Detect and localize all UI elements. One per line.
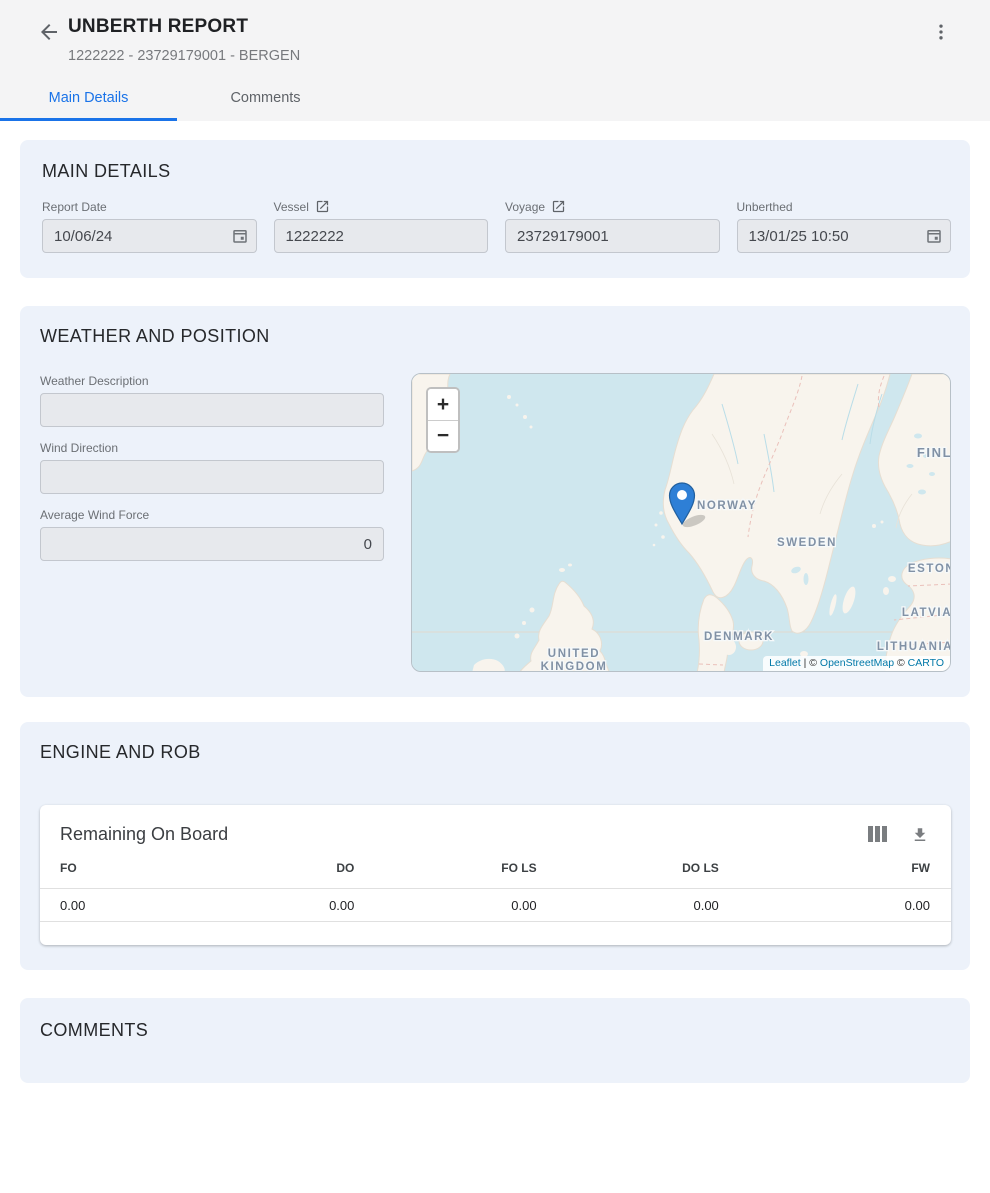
svg-text:SWEDEN: SWEDEN [777, 537, 837, 549]
col-header-fw: FW [769, 861, 951, 875]
rob-value-fo: 0.00 [40, 898, 222, 913]
engine-rob-heading: ENGINE AND ROB [40, 742, 951, 763]
view-column-icon [868, 830, 887, 845]
average-wind-force-field: Average Wind Force [40, 507, 384, 561]
voyage-field: Voyage [505, 199, 720, 253]
arrow-back-icon [37, 32, 61, 47]
report-header: UNBERTH REPORT 1222222 - 23729179001 - B… [0, 0, 990, 121]
open-in-new-icon[interactable] [315, 199, 330, 214]
kebab-menu-icon [931, 31, 951, 46]
report-body: MAIN DETAILS Report Date Vessel [0, 140, 990, 1083]
map-attribution: Leaflet | © OpenStreetMap © CARTO [763, 656, 950, 671]
comments-heading: COMMENTS [40, 1020, 950, 1041]
weather-description-field: Weather Description [40, 373, 384, 427]
download-icon [911, 832, 929, 847]
rob-card-title: Remaining On Board [60, 824, 228, 845]
rob-value-dols: 0.00 [587, 898, 769, 913]
svg-text:D: D [412, 395, 413, 407]
map-canvas: D NORWAY SWEDEN FINLA ESTONI LATVIA LITH… [412, 374, 951, 672]
position-map[interactable]: D NORWAY SWEDEN FINLA ESTONI LATVIA LITH… [411, 373, 951, 672]
column-settings-button[interactable] [868, 826, 887, 844]
svg-text:LITHUANIA: LITHUANIA [877, 641, 951, 653]
carto-link[interactable]: CARTO [908, 657, 944, 669]
svg-text:LATVIA: LATVIA [902, 607, 951, 619]
more-options-button[interactable] [930, 21, 952, 45]
page-title: UNBERTH REPORT [68, 16, 248, 38]
report-date-input[interactable] [42, 219, 257, 253]
unberthed-input[interactable] [737, 219, 952, 253]
rob-value-do: 0.00 [222, 898, 404, 913]
col-header-fols: FO LS [404, 861, 586, 875]
open-in-new-icon[interactable] [551, 199, 566, 214]
back-button[interactable] [36, 20, 62, 46]
svg-text:KINGDOM: KINGDOM [541, 661, 608, 672]
unberthed-field: Unberthed [737, 199, 952, 253]
average-wind-force-input[interactable] [40, 527, 384, 561]
calendar-icon [231, 227, 249, 250]
col-header-do: DO [222, 861, 404, 875]
rob-value-fw: 0.00 [769, 898, 951, 913]
download-button[interactable] [911, 826, 929, 844]
calendar-icon [925, 227, 943, 250]
engine-rob-section: ENGINE AND ROB Remaining On Board [20, 722, 970, 970]
svg-text:NORWAY: NORWAY [697, 500, 757, 512]
weather-heading: WEATHER AND POSITION [40, 326, 951, 347]
wind-direction-field: Wind Direction [40, 440, 384, 494]
svg-text:FINLA: FINLA [917, 445, 951, 460]
voyage-input[interactable] [505, 219, 720, 253]
svg-text:DENMARK: DENMARK [704, 631, 774, 643]
vessel-field: Vessel [274, 199, 489, 253]
openstreetmap-link[interactable]: OpenStreetMap [820, 657, 894, 669]
rob-table-header: FO DO FO LS DO LS FW [40, 861, 951, 889]
weather-position-section: WEATHER AND POSITION Weather Description… [20, 306, 970, 697]
rob-value-fols: 0.00 [404, 898, 586, 913]
col-header-dols: DO LS [587, 861, 769, 875]
page-subtitle: 1222222 - 23729179001 - BERGEN [68, 48, 300, 64]
tab-bar: Main Details Comments [0, 77, 354, 121]
tab-comments[interactable]: Comments [177, 77, 354, 121]
weather-description-input[interactable] [40, 393, 384, 427]
remaining-on-board-card: Remaining On Board FO DO [40, 805, 951, 945]
main-details-heading: MAIN DETAILS [42, 161, 951, 182]
svg-text:UNITED: UNITED [548, 648, 600, 660]
comments-section: COMMENTS [20, 998, 970, 1083]
map-zoom-control: + − [426, 387, 460, 453]
zoom-in-button[interactable]: + [428, 389, 458, 420]
leaflet-link[interactable]: Leaflet [769, 657, 801, 669]
wind-direction-input[interactable] [40, 460, 384, 494]
main-details-section: MAIN DETAILS Report Date Vessel [20, 140, 970, 278]
svg-text:ESTONI: ESTONI [908, 563, 951, 575]
zoom-out-button[interactable]: − [428, 420, 458, 451]
rob-table-row: 0.00 0.00 0.00 0.00 0.00 [40, 889, 951, 922]
tab-main-details[interactable]: Main Details [0, 77, 177, 121]
report-date-field: Report Date [42, 199, 257, 253]
vessel-input[interactable] [274, 219, 489, 253]
col-header-fo: FO [40, 861, 222, 875]
